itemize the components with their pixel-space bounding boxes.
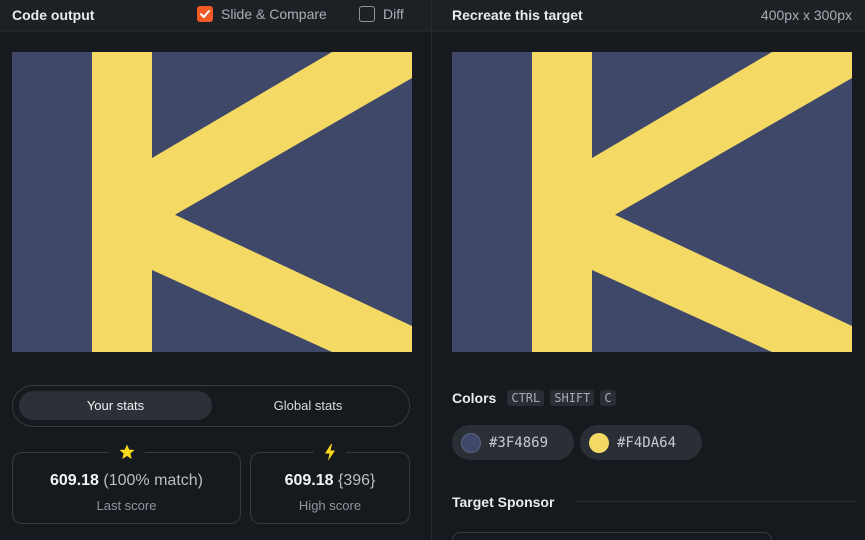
- diff-checkbox[interactable]: [359, 6, 375, 22]
- high-score-label: High score: [298, 498, 362, 513]
- code-output-canvas[interactable]: [12, 52, 412, 352]
- high-score-card: 609.18 {396} High score: [250, 442, 410, 524]
- color-dot: [589, 432, 609, 453]
- target-sponsor-title: Target Sponsor: [452, 494, 555, 510]
- last-score-value: 609.18: [50, 472, 99, 489]
- last-score-label: Last score: [96, 498, 157, 513]
- high-score-value-line: 609.18 {396}: [251, 472, 409, 490]
- last-score-value-line: 609.18 (100% match): [13, 472, 240, 490]
- code-output-panel: Code output Slide & Compare Diff Your st…: [0, 0, 431, 540]
- target-render: [532, 52, 852, 352]
- code-output-header: Code output Slide & Compare Diff: [0, 0, 431, 32]
- last-score-detail: (100% match): [103, 472, 203, 489]
- sponsor-card[interactable]: [452, 532, 772, 540]
- tab-global-stats[interactable]: Global stats: [213, 391, 403, 420]
- slide-compare-label: Slide & Compare: [221, 6, 327, 22]
- slide-compare-option[interactable]: Slide & Compare: [197, 6, 327, 22]
- color-hex: #3F4869: [489, 434, 549, 451]
- diff-option[interactable]: Diff: [359, 6, 404, 22]
- high-score-detail: {396}: [338, 472, 376, 489]
- colors-title: Colors: [452, 390, 497, 406]
- code-output-title: Code output: [12, 7, 95, 23]
- colors-header: Colors CTRL SHIFT C: [452, 390, 616, 406]
- checkmark-icon: [200, 10, 210, 18]
- output-render: [92, 52, 412, 352]
- color-swatch[interactable]: #F4DA64: [580, 425, 702, 460]
- star-icon: [108, 442, 145, 462]
- target-canvas: [452, 52, 852, 352]
- target-title: Recreate this target: [452, 7, 583, 23]
- diff-label: Diff: [383, 6, 404, 22]
- shortcut-key-shift: SHIFT: [550, 390, 595, 406]
- last-score-card: 609.18 (100% match) Last score: [12, 442, 241, 524]
- high-score-value: 609.18: [284, 472, 334, 489]
- color-hex: #F4DA64: [617, 434, 677, 451]
- bolt-icon: [314, 442, 346, 462]
- target-dimensions: 400px x 300px: [760, 7, 852, 23]
- sponsor-divider: [577, 501, 857, 502]
- shortcut-key-ctrl: CTRL: [507, 390, 545, 406]
- color-swatch[interactable]: #3F4869: [452, 425, 574, 460]
- color-dot: [461, 432, 481, 453]
- tab-your-stats[interactable]: Your stats: [19, 391, 212, 420]
- target-header: Recreate this target 400px x 300px: [432, 0, 865, 32]
- slide-compare-checkbox[interactable]: [197, 6, 213, 22]
- target-panel: Recreate this target 400px x 300px Color…: [432, 0, 865, 540]
- stats-tabs: Your stats Global stats: [12, 385, 410, 427]
- shortcut-key-c: C: [600, 390, 616, 406]
